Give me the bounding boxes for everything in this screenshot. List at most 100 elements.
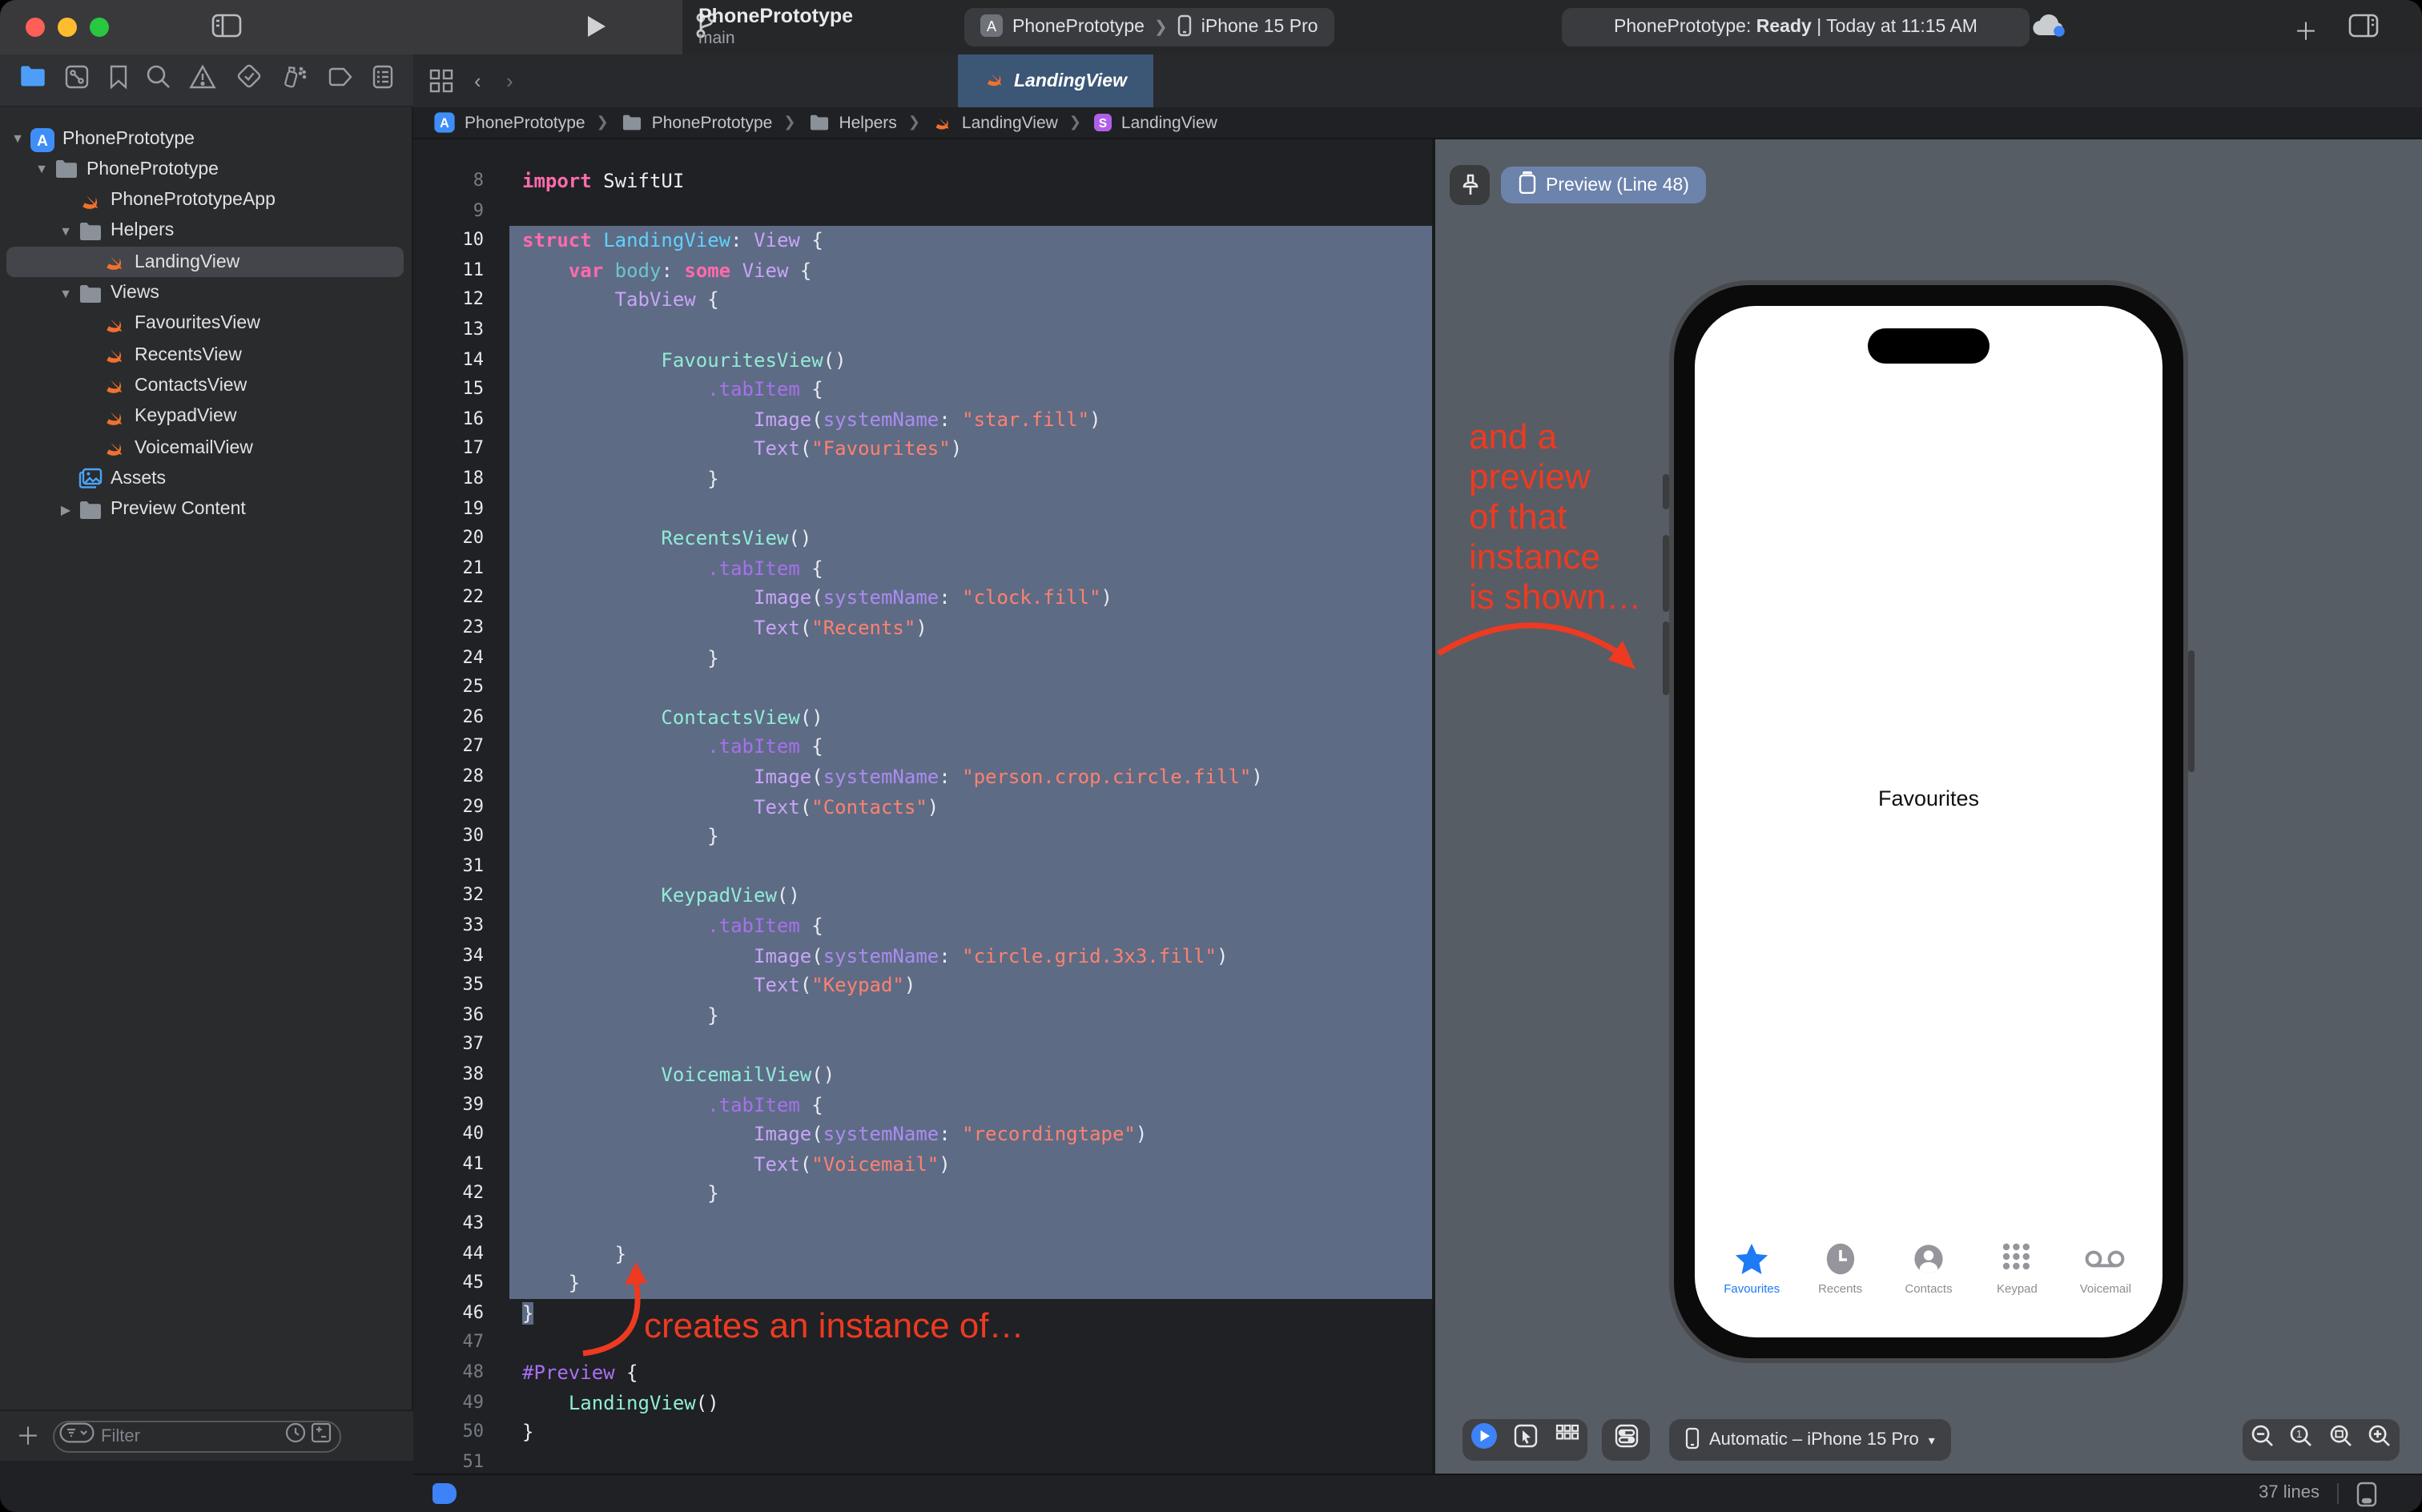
sidebar-item-voicemailview[interactable]: VoicemailView <box>6 432 404 463</box>
code-line-12[interactable]: 12 TabView { <box>413 286 1432 316</box>
code-line-20[interactable]: 20 RecentsView() <box>413 524 1432 553</box>
code-line-49[interactable]: 49 LandingView() <box>413 1388 1432 1418</box>
code-line-26[interactable]: 26 ContactsView() <box>413 703 1432 733</box>
phone-tab-recents[interactable]: Recents <box>1796 1241 1884 1296</box>
code-line-10[interactable]: 10struct LandingView: View { <box>413 226 1432 255</box>
activity-status[interactable]: PhonePrototype: Ready | Today at 11:15 A… <box>1562 8 2030 46</box>
code-line-14[interactable]: 14 FavouritesView() <box>413 345 1432 375</box>
code-line-11[interactable]: 11 var body: some View { <box>413 256 1432 286</box>
code-line-41[interactable]: 41 Text("Voicemail") <box>413 1150 1432 1180</box>
code-line-23[interactable]: 23 Text("Recents") <box>413 613 1432 643</box>
add-file-button[interactable]: ＋ <box>16 1419 40 1453</box>
code-line-45[interactable]: 45 } <box>413 1269 1432 1298</box>
zoom-fit-icon[interactable] <box>2329 1424 2353 1456</box>
code-line-36[interactable]: 36 } <box>413 1001 1432 1031</box>
project-navigator-icon[interactable] <box>18 64 46 96</box>
phone-tab-favourites[interactable]: Favourites <box>1708 1241 1796 1296</box>
tab-overview-icon[interactable] <box>429 69 453 101</box>
code-line-15[interactable]: 15 .tabItem { <box>413 375 1432 404</box>
disclosure-down-icon[interactable]: ▼ <box>10 131 26 146</box>
breadcrumb-item-phoneprototype[interactable]: PhonePrototype <box>620 112 773 133</box>
find-navigator-icon[interactable] <box>146 63 171 97</box>
reports-navigator-icon[interactable] <box>372 63 394 97</box>
sidebar-item-phoneprototype[interactable]: ▼PhonePrototype <box>6 155 404 185</box>
code-line-35[interactable]: 35 Text("Keypad") <box>413 971 1432 1000</box>
code-line-16[interactable]: 16 Image(systemName: "star.fill") <box>413 405 1432 435</box>
code-line-37[interactable]: 37 <box>413 1031 1432 1060</box>
minimize-window-button[interactable] <box>58 18 77 37</box>
code-line-44[interactable]: 44 } <box>413 1239 1432 1269</box>
code-line-38[interactable]: 38 VoicemailView() <box>413 1060 1432 1090</box>
disclosure-down-icon[interactable]: ▼ <box>34 163 50 177</box>
code-line-18[interactable]: 18 } <box>413 464 1432 494</box>
code-line-42[interactable]: 42 } <box>413 1180 1432 1209</box>
pin-preview-button[interactable] <box>1450 165 1490 205</box>
sidebar-item-assets[interactable]: Assets <box>6 464 404 494</box>
zoom-out-icon[interactable] <box>2251 1424 2275 1456</box>
zoom-window-button[interactable] <box>90 18 109 37</box>
code-line-13[interactable]: 13 <box>413 316 1432 345</box>
editor-bottom-badge-icon[interactable] <box>432 1483 457 1504</box>
sidebar-item-contactsview[interactable]: ContactsView <box>6 371 404 401</box>
sidebar-item-keypadview[interactable]: KeypadView <box>6 401 404 432</box>
code-line-29[interactable]: 29 Text("Contacts") <box>413 792 1432 822</box>
live-preview-button[interactable] <box>1470 1422 1498 1458</box>
zoom-in-icon[interactable] <box>2368 1424 2392 1456</box>
sidebar-item-favouritesview[interactable]: FavouritesView <box>6 309 404 340</box>
filter-input[interactable] <box>101 1426 248 1446</box>
code-line-32[interactable]: 32 KeypadView() <box>413 882 1432 911</box>
code-line-50[interactable]: 50} <box>413 1418 1432 1447</box>
code-line-40[interactable]: 40 Image(systemName: "recordingtape") <box>413 1120 1432 1149</box>
disclosure-down-icon[interactable]: ▼ <box>58 224 74 239</box>
debug-navigator-icon[interactable] <box>281 62 308 98</box>
code-line-34[interactable]: 34 Image(systemName: "circle.grid.3x3.fi… <box>413 941 1432 971</box>
sidebar-item-helpers[interactable]: ▼Helpers <box>6 216 404 247</box>
preview-tab-button[interactable]: Preview (Line 48) <box>1501 167 1707 203</box>
sidebar-item-views[interactable]: ▼Views <box>6 278 404 308</box>
breadcrumb-item-helpers[interactable]: Helpers <box>807 112 896 133</box>
breadcrumb-item-landingview[interactable]: SLandingView <box>1092 112 1217 133</box>
sidebar-item-phoneprototypeapp[interactable]: PhonePrototypeApp <box>6 185 404 215</box>
toggle-sidebar-icon[interactable] <box>211 13 242 46</box>
go-forward-icon[interactable]: › <box>506 69 513 93</box>
breadcrumb-item-phoneprototype[interactable]: APhonePrototype <box>432 111 585 135</box>
bookmarks-navigator-icon[interactable] <box>108 63 127 97</box>
code-line-17[interactable]: 17 Text("Favourites") <box>413 435 1432 464</box>
disclosure-right-icon[interactable]: ▶ <box>58 502 74 517</box>
code-line-43[interactable]: 43 <box>413 1209 1432 1239</box>
selectable-preview-button[interactable] <box>1515 1424 1539 1456</box>
sidebar-item-preview-content[interactable]: ▶Preview Content <box>6 494 404 525</box>
source-control-navigator-icon[interactable] <box>64 63 90 97</box>
source-editor[interactable]: 8import SwiftUI910struct LandingView: Vi… <box>413 139 1432 1474</box>
scheme-selector[interactable]: A PhonePrototype ❯ iPhone 15 Pro <box>964 8 1334 46</box>
code-line-33[interactable]: 33 .tabItem { <box>413 911 1432 941</box>
code-line-27[interactable]: 27 .tabItem { <box>413 733 1432 762</box>
recent-filter-icon[interactable] <box>285 1422 306 1450</box>
add-tab-button[interactable]: ＋ <box>2294 14 2318 48</box>
code-line-22[interactable]: 22 Image(systemName: "clock.fill") <box>413 584 1432 613</box>
code-line-30[interactable]: 30 } <box>413 822 1432 851</box>
close-window-button[interactable] <box>26 18 45 37</box>
code-line-19[interactable]: 19 <box>413 494 1432 524</box>
run-button[interactable] <box>586 14 607 46</box>
code-line-8[interactable]: 8import SwiftUI <box>413 167 1432 196</box>
disclosure-down-icon[interactable]: ▼ <box>58 286 74 300</box>
sidebar-item-recentsview[interactable]: RecentsView <box>6 340 404 370</box>
breadcrumb-item-landingview[interactable]: LandingView <box>931 111 1058 134</box>
editor-tab-landingview[interactable]: LandingView <box>958 54 1153 107</box>
code-line-25[interactable]: 25 <box>413 673 1432 702</box>
code-line-31[interactable]: 31 <box>413 852 1432 882</box>
issues-navigator-icon[interactable] <box>190 63 217 97</box>
code-line-51[interactable]: 51 <box>413 1448 1432 1474</box>
code-line-48[interactable]: 48#Preview { <box>413 1358 1432 1388</box>
device-settings-button[interactable] <box>1614 1424 1638 1456</box>
preview-device-selector[interactable]: Automatic – iPhone 15 Pro ▾ <box>1669 1419 1951 1461</box>
variants-button[interactable] <box>1555 1424 1579 1456</box>
code-line-9[interactable]: 9 <box>413 196 1432 226</box>
zoom-100-icon[interactable]: 1 <box>2290 1424 2314 1456</box>
iphone-screen[interactable]: Favourites FavouritesRecentsContactsKeyp… <box>1695 306 2162 1337</box>
sidebar-item-landingview[interactable]: LandingView <box>6 247 404 277</box>
code-line-28[interactable]: 28 Image(systemName: "person.crop.circle… <box>413 762 1432 792</box>
tests-navigator-icon[interactable] <box>235 62 263 98</box>
device-doc-icon[interactable] <box>2356 1482 2377 1512</box>
